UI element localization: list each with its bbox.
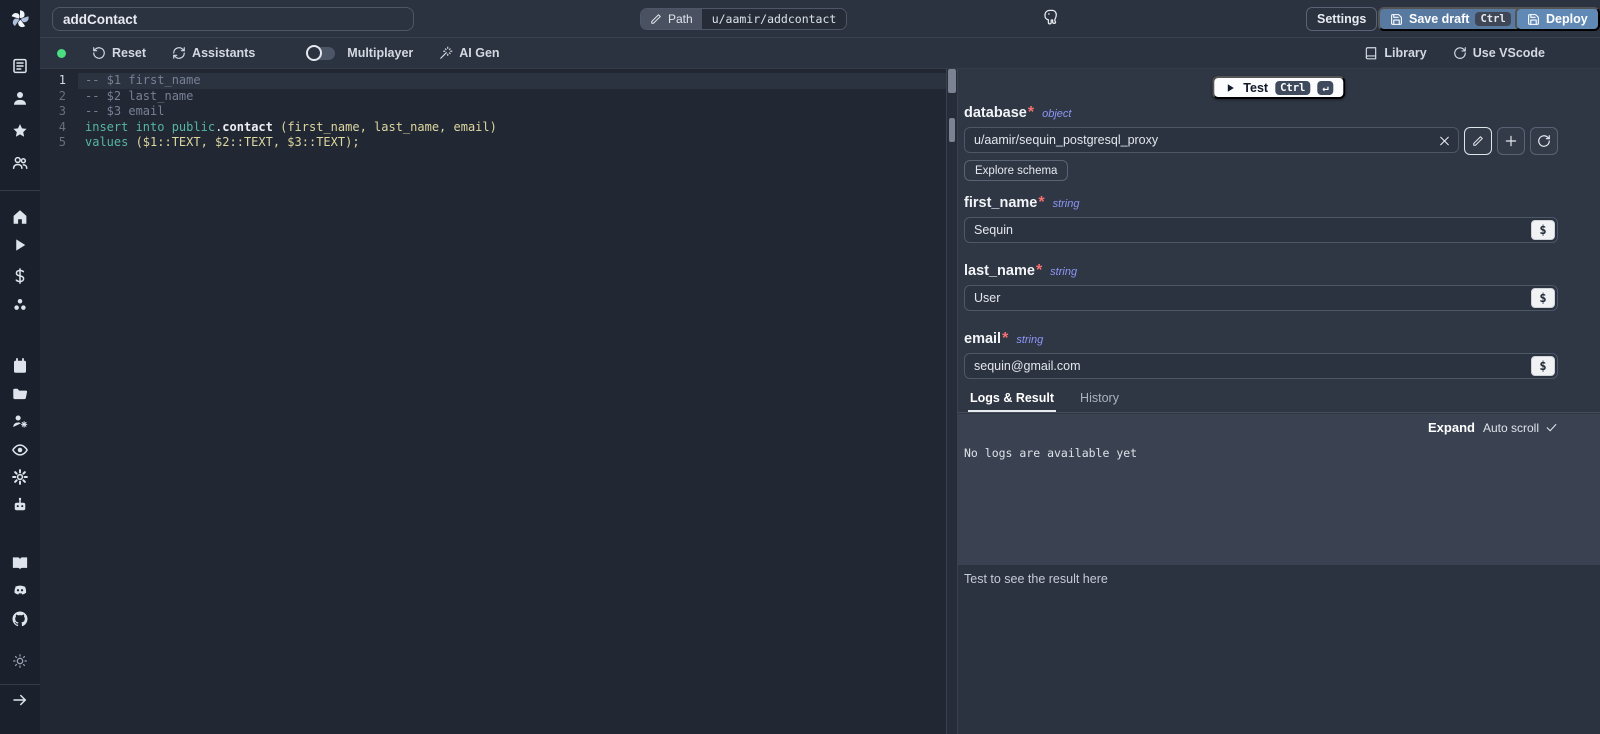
sidebar-item-jobs[interactable] [11, 57, 29, 75]
refresh-resource-button[interactable] [1530, 127, 1558, 155]
line-number: 5 [40, 135, 66, 151]
top-bar: Path u/aamir/addcontact Settings Save dr… [40, 0, 1600, 38]
field-label-last-name: last_name* string [964, 262, 1558, 280]
windmill-logo-icon[interactable] [8, 7, 32, 31]
first-name-input[interactable] [964, 217, 1558, 243]
path-label: Path [668, 12, 693, 26]
sidebar-item-user[interactable] [11, 89, 29, 107]
tab-history[interactable]: History [1078, 391, 1121, 412]
multiplayer-toggle[interactable] [307, 47, 335, 60]
kbd-ctrl: Ctrl [1275, 81, 1310, 95]
tab-logs-result[interactable]: Logs & Result [968, 391, 1056, 412]
add-resource-button[interactable] [1497, 127, 1525, 155]
divider [0, 190, 40, 191]
field-label-first-name: first_name* string [964, 194, 1558, 212]
code-line[interactable]: 3 -- $3 email [40, 104, 946, 120]
code-editor[interactable]: 1 -- $1 first_name 2 -- $2 last_name 3 -… [40, 69, 946, 734]
sidebar-item-folders[interactable] [11, 385, 29, 403]
postgresql-icon [1041, 8, 1060, 27]
variable-picker-button[interactable]: $ [1531, 220, 1555, 240]
autoscroll-toggle[interactable]: Auto scroll [1483, 421, 1558, 435]
book-icon [1364, 46, 1378, 60]
line-number: 2 [40, 89, 66, 105]
sidebar-item-resources[interactable] [11, 296, 29, 314]
sidebar-item-runs[interactable] [11, 236, 29, 254]
explore-schema-button[interactable]: Explore schema [964, 160, 1068, 181]
line-number: 3 [40, 104, 66, 120]
wand-icon [439, 46, 453, 60]
script-args-form: database* object Explore schema first_na… [964, 104, 1558, 389]
panel-splitter[interactable] [946, 69, 958, 734]
path-badge[interactable]: Path u/aamir/addcontact [640, 8, 847, 30]
assistants-button[interactable]: Assistants [172, 46, 255, 60]
expand-button[interactable]: Expand [1428, 420, 1475, 435]
check-icon [1545, 421, 1558, 434]
editor-scrollbar-thumb[interactable] [948, 69, 956, 93]
code-line[interactable]: 4 insert into public.contact (first_name… [40, 120, 946, 136]
divider [0, 684, 40, 685]
pencil-icon [650, 13, 662, 25]
sidebar-item-docs[interactable] [11, 554, 29, 572]
undo-icon [92, 46, 106, 60]
use-vscode-button[interactable]: Use VScode [1453, 46, 1545, 60]
code-line[interactable]: 5 values ($1::TEXT, $2::TEXT, $3::TEXT); [40, 135, 946, 151]
field-label-database: database* object [964, 104, 1558, 122]
left-sidebar [0, 0, 40, 734]
sidebar-item-audit-logs[interactable] [11, 441, 29, 459]
clear-icon[interactable] [1438, 135, 1451, 148]
logs-empty-message: No logs are available yet [964, 446, 1137, 460]
test-button[interactable]: Test Ctrl ↵ [1212, 76, 1345, 99]
sidebar-item-workers[interactable] [11, 412, 29, 430]
code-line[interactable]: 1 -- $1 first_name [40, 73, 946, 89]
kbd-ctrl: Ctrl [1475, 12, 1510, 26]
sidebar-item-theme-toggle[interactable] [12, 653, 28, 669]
path-value: u/aamir/addcontact [702, 9, 847, 29]
variable-picker-button[interactable]: $ [1531, 356, 1555, 376]
result-tabs: Logs & Result History [958, 391, 1600, 413]
sidebar-item-groups[interactable] [11, 154, 29, 172]
sidebar-item-usage[interactable] [11, 267, 29, 285]
editor-toolbar: Reset Assistants Multiplayer AI Gen Libr… [40, 38, 1600, 69]
code-line[interactable]: 2 -- $2 last_name [40, 89, 946, 105]
save-icon [1390, 13, 1403, 26]
variable-picker-button[interactable]: $ [1531, 288, 1555, 308]
edit-resource-button[interactable] [1464, 127, 1492, 155]
status-dot [57, 49, 66, 58]
vscode-icon [1453, 46, 1467, 60]
run-form-panel: Test Ctrl ↵ database* object Explore sch… [958, 69, 1600, 734]
field-label-email: email* string [964, 330, 1558, 348]
sidebar-item-settings[interactable] [11, 468, 29, 486]
sidebar-item-github[interactable] [11, 610, 29, 628]
refresh-icon [172, 46, 186, 60]
settings-button[interactable]: Settings [1306, 7, 1377, 31]
sidebar-item-star[interactable] [11, 122, 29, 140]
result-placeholder: Test to see the result here [964, 572, 1108, 586]
script-title-input[interactable] [52, 7, 414, 31]
save-icon [1527, 13, 1540, 26]
sidebar-item-discord[interactable] [11, 581, 29, 599]
splitter-handle[interactable] [949, 118, 955, 142]
sidebar-item-home[interactable] [11, 208, 29, 226]
sidebar-item-schedules[interactable] [11, 357, 29, 375]
last-name-input[interactable] [964, 285, 1558, 311]
email-input[interactable] [964, 353, 1558, 379]
kbd-enter: ↵ [1317, 81, 1333, 95]
line-number: 4 [40, 120, 66, 136]
multiplayer-label: Multiplayer [347, 46, 413, 60]
ai-gen-button[interactable]: AI Gen [439, 46, 499, 60]
database-input[interactable] [964, 127, 1459, 153]
deploy-button[interactable]: Deploy [1515, 7, 1600, 31]
sidebar-item-expand-sidebar[interactable] [11, 691, 29, 709]
line-number: 1 [40, 73, 66, 89]
play-icon [1224, 82, 1236, 94]
sidebar-item-ai[interactable] [11, 496, 29, 514]
result-panel: Test to see the result here [958, 565, 1600, 734]
library-button[interactable]: Library [1364, 46, 1426, 60]
reset-button[interactable]: Reset [92, 46, 146, 60]
logs-panel: Expand Auto scroll No logs are available… [958, 414, 1600, 565]
